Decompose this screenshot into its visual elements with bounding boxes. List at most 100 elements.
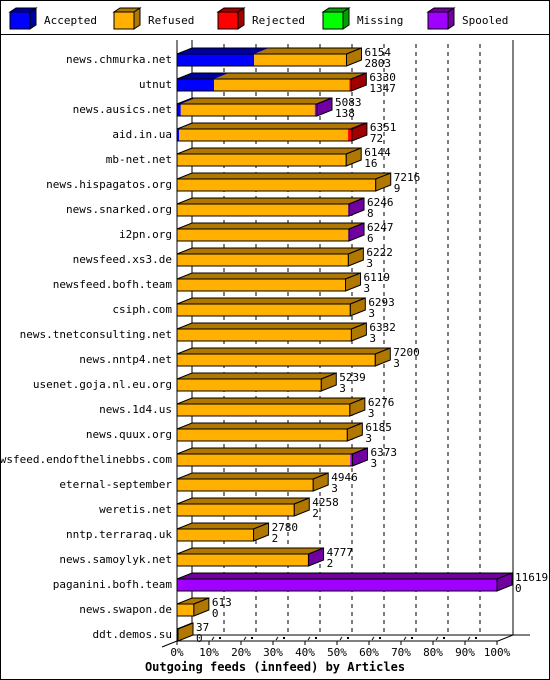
stacked-bar-chart: Accepted Refused Rejected Missing Spooled ne… [0,7,548,674]
bar-row: nntp.terraraq.uk27802 [66,521,298,545]
x-tick-depth-mark [275,636,279,641]
x-axis: 0% 10% 20% 30% 40% 50% 60% 70% 80% 90% 100% [161,634,514,659]
legend-swatch-rejected [217,11,239,30]
bar-segment-refused [214,79,350,91]
bar-top-refused [177,373,337,379]
category-label: news.ausics.net [73,103,172,116]
bar-segment-refused [178,129,349,141]
category-label: nntp.terraraq.uk [66,528,172,541]
bar-segment-refused [177,604,194,616]
bar-top-refused [177,498,310,504]
bar-end-cap [177,622,194,642]
category-label: news.hispagatos.org [46,178,172,191]
category-label: newsfeed.endofthelinebbs.com [0,453,172,466]
bar-row: eternal-september49463 [59,471,357,495]
accepted-value-label: 3 [365,432,372,445]
bar-top-refused [177,248,364,254]
accepted-value-label: 8 [367,207,374,220]
accepted-value-label: 1347 [369,82,396,95]
bar-row: news.chmurka.net61542803 [66,46,391,70]
category-label: news.1d4.us [99,403,172,416]
bar-top-spooled [177,573,512,579]
bar-row: paganini.bofh.team116190 [53,571,548,595]
x-tick-depth-mark [211,636,215,641]
x-tick-label: 30% [263,646,283,659]
bar-top-refused [177,398,365,404]
bar-row: news.swapon.de6130 [79,596,231,620]
category-label: news.tnetconsulting.net [20,328,172,341]
category-label: news.swapon.de [79,603,172,616]
x-tick-label: 0% [170,646,184,659]
category-label: news.chmurka.net [66,53,172,66]
legend-swatch-accepted [9,11,31,30]
bar-top-refused [177,148,362,154]
bar-row: news.1d4.us62763 [99,396,394,420]
bar-row: usenet.goja.nl.eu.org52393 [33,371,366,395]
bar-top-refused [177,273,361,279]
accepted-value-label: 72 [370,132,383,145]
category-label: news.quux.org [86,428,172,441]
bar-row: news.ausics.net5083138 [73,96,362,120]
category-label: i2pn.org [119,228,172,241]
x-tick-label: 20% [231,646,251,659]
legend-swatch-side-missing [342,7,350,30]
bar-segment-refused [177,454,351,466]
legend-swatch-side-spooled [447,7,455,30]
category-label: usenet.goja.nl.eu.org [33,378,172,391]
bar-top-refused [177,548,323,554]
legend-label-refused: Refused [148,14,194,27]
bar-row: newsfeed.bofh.team61193 [53,271,390,295]
legend-swatch-spooled [427,11,449,30]
legend-label-rejected: Rejected [252,14,305,27]
category-label: news.samoylyk.net [59,553,172,566]
accepted-value-label: 9 [394,182,401,195]
category-label: newsfeed.xs3.de [73,253,172,266]
bar-row: news.quux.org61853 [86,421,392,445]
accepted-value-label: 2 [312,507,319,520]
legend-swatch-refused [113,11,135,30]
bar-segment-refused [177,279,346,291]
legend-swatch-side-accepted [29,7,37,30]
accepted-value-label: 3 [339,382,346,395]
x-tick-depth-mark [339,636,343,641]
accepted-value-label: 3 [364,282,371,295]
x-tick-depth-mark [307,636,311,641]
x-tick-back-mark [475,637,477,639]
x-tick-back-mark [411,637,413,639]
accepted-value-label: 3 [331,482,338,495]
bar-segment-refused [177,154,347,166]
bar-segment-accepted [177,54,255,66]
bar-top-refused [254,48,362,54]
bar-top-refused [177,448,366,454]
bar-segment-refused [177,479,314,491]
accepted-value-label: 0 [515,582,522,595]
x-axis-depth-line [497,634,514,642]
bar-top-refused [177,323,367,329]
bar-row: news.samoylyk.net47772 [59,546,353,570]
category-label: aid.in.ua [112,128,172,141]
bars: news.chmurka.net61542803 utnut 6 3 3 0 1347 new… [0,46,548,645]
bar-top-refused [178,123,364,129]
x-tick-label: 50% [327,646,347,659]
bar-top-refused [214,73,365,79]
bar-top-refused [177,298,366,304]
x-tick-depth-mark [467,636,471,641]
bar-top-refused [177,473,329,479]
legend-swatch-side-rejected [237,7,245,30]
category-label: weretis.net [99,503,172,516]
legend-swatch-side-refused [133,7,141,30]
bar-top-refused [177,173,391,179]
accepted-value-label: 0 [212,607,219,620]
bar-segment-refused [177,404,350,416]
bar-row: mb-net.net614416 [106,146,391,170]
x-tick-depth-mark [243,636,247,641]
category-label: mb-net.net [106,153,172,166]
x-tick-depth-mark [403,636,407,641]
legend-label-accepted: Accepted [44,14,97,27]
bar-row: news.tnetconsulting.net63323 [20,321,396,345]
bar-segment-refused [177,229,349,241]
bar-segment-refused [177,204,349,216]
accepted-value-label: 0 [196,632,203,645]
bar-row: i2pn.org62476 [119,221,394,245]
bar-segment-rejected [348,129,352,141]
